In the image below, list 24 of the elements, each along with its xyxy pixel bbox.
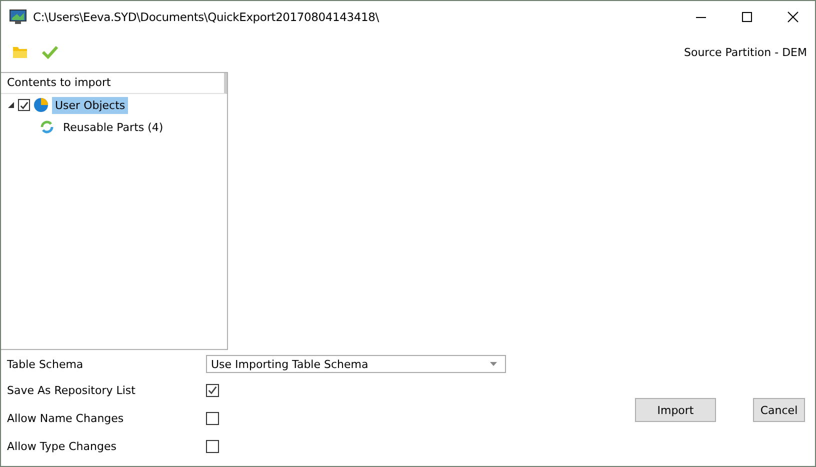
tree-item[interactable]: User Objects	[52, 96, 128, 114]
option-label: Save As Repository List	[7, 384, 136, 396]
expander-icon[interactable]	[7, 101, 15, 109]
source-partition-label: Source Partition - DEM	[684, 46, 807, 58]
monitor-icon	[9, 8, 27, 24]
import-button[interactable]: Import	[635, 398, 716, 422]
close-icon[interactable]	[787, 10, 799, 22]
caret-icon	[490, 362, 497, 366]
window-title: C:\Users\Eeva.SYD\Documents\QuickExport20170804143418\	[33, 10, 379, 24]
checkbox[interactable]	[206, 384, 219, 396]
maximize-icon[interactable]	[741, 10, 753, 22]
checkbox[interactable]	[18, 99, 30, 111]
schema-dropdown[interactable]: Use Importing Table Schema	[206, 355, 506, 373]
checkbox[interactable]	[206, 412, 219, 424]
tree-item[interactable]: Reusable Parts (4)	[60, 118, 166, 136]
checkmark-icon[interactable]	[42, 45, 58, 59]
option-label: Allow Name Changes	[7, 412, 125, 424]
tree-header: Contents to import	[1, 73, 227, 94]
cancel-button[interactable]: Cancel	[753, 398, 805, 422]
pie-chart-icon	[33, 97, 49, 113]
option-label: Allow Type Changes	[7, 440, 118, 452]
checkbox[interactable]	[206, 440, 219, 452]
refresh-icon	[39, 119, 55, 135]
option-label: Table Schema	[7, 358, 84, 370]
